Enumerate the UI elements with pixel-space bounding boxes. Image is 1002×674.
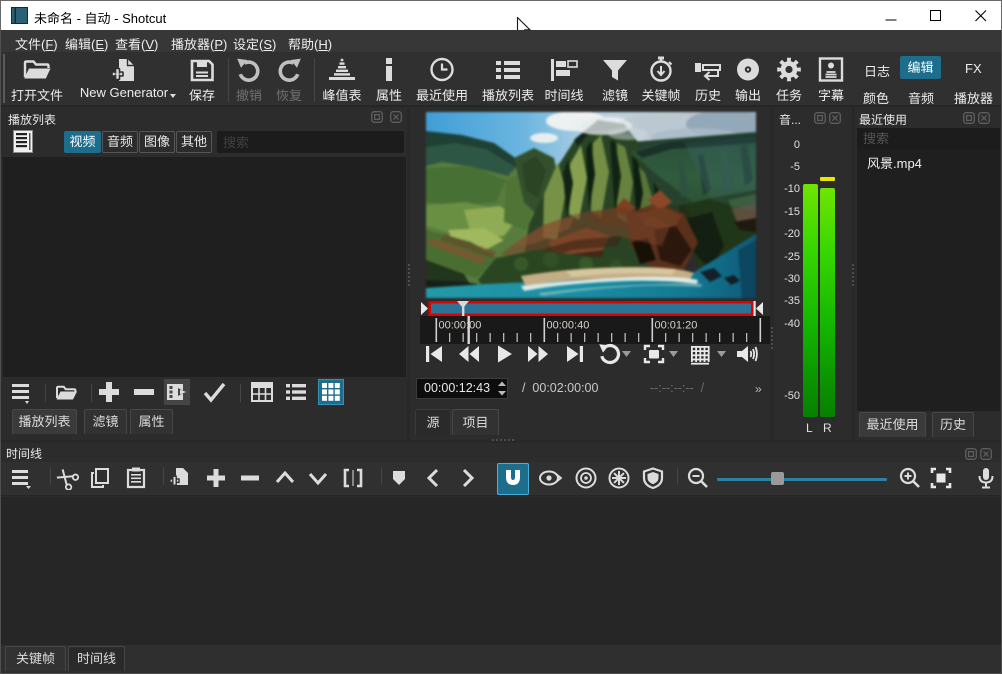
svg-text:00:01:20: 00:01:20	[655, 320, 698, 332]
svg-text:00:00:00: 00:00:00	[439, 320, 482, 332]
svg-text:00:00:40: 00:00:40	[547, 320, 590, 332]
